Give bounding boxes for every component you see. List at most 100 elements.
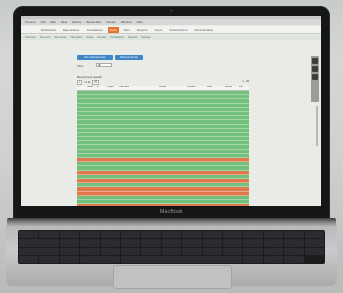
keyboard-key[interactable]	[243, 247, 263, 255]
keyboard-key[interactable]	[19, 231, 39, 239]
browser-menu-item[interactable]: History	[72, 20, 81, 24]
keyboard-key[interactable]	[59, 231, 80, 239]
keyboard-key[interactable]	[19, 239, 59, 247]
side-tool-button[interactable]	[312, 58, 318, 64]
keyboard-key[interactable]	[202, 247, 222, 255]
subnav-item[interactable]: Test runs	[40, 36, 51, 39]
browser-menu-item[interactable]: Help	[137, 20, 143, 24]
keyboard-key[interactable]	[59, 247, 80, 255]
keyboard-key[interactable]	[304, 231, 324, 239]
subnav-item[interactable]: Settings	[141, 36, 150, 39]
keyboard-key[interactable]	[80, 231, 100, 239]
keyboard-key[interactable]	[284, 239, 304, 247]
keyboard-key[interactable]	[100, 239, 120, 247]
page-input[interactable]: 1	[77, 80, 83, 85]
browser-menu-item[interactable]: People	[107, 20, 116, 24]
nav-item[interactable]: Dashboard	[39, 27, 58, 33]
keyboard-key[interactable]	[243, 231, 263, 239]
keyboard-key[interactable]	[284, 247, 304, 255]
browser-menu-item[interactable]: Window	[121, 20, 132, 24]
keyboard-key[interactable]	[141, 239, 161, 247]
keyboard-key[interactable]	[263, 231, 284, 239]
keyboard-key[interactable]	[222, 247, 243, 255]
keyboard-key[interactable]	[182, 247, 202, 255]
keyboard-key[interactable]	[284, 255, 304, 263]
keyboard-key[interactable]	[263, 255, 284, 263]
keyboard-key[interactable]	[141, 247, 161, 255]
keyboard-key[interactable]	[263, 247, 284, 255]
keyboard-key[interactable]	[120, 239, 141, 247]
per-page-select[interactable]: 25	[92, 80, 100, 85]
refresh-button[interactable]: Refresh results	[115, 55, 143, 60]
keyboard-key[interactable]	[80, 247, 100, 255]
nav-item[interactable]: Tests	[107, 26, 119, 33]
keyboard-key[interactable]	[141, 231, 161, 239]
keyboard-key[interactable]	[243, 255, 263, 263]
keyboard-key[interactable]	[304, 239, 324, 247]
keyboard-key[interactable]	[80, 255, 120, 263]
nav-item[interactable]: Repositories	[61, 27, 82, 33]
browser-menu-item[interactable]: Bookmarks	[86, 20, 101, 24]
keyboard-key[interactable]	[202, 231, 222, 239]
browser-menu-item[interactable]: File	[41, 20, 46, 24]
browser-menu-item[interactable]: Edit	[51, 20, 56, 24]
subnav-item[interactable]: Test plans	[71, 36, 83, 39]
column-header[interactable]: Build	[206, 86, 224, 90]
table-row[interactable]	[77, 204, 249, 206]
trackpad[interactable]	[113, 265, 232, 289]
keyboard-key[interactable]	[59, 239, 80, 247]
nav-item[interactable]: Translations	[84, 27, 104, 33]
column-header[interactable]: Runner	[224, 86, 238, 90]
column-header[interactable]: Test name	[118, 86, 158, 90]
column-header[interactable]: Started	[158, 86, 186, 90]
keyboard-key[interactable]	[19, 255, 39, 263]
keyboard-key[interactable]	[120, 247, 141, 255]
keyboard-key[interactable]	[284, 231, 304, 239]
filter-select[interactable]: All	[96, 63, 112, 67]
column-header[interactable]: Project	[106, 86, 118, 90]
subnav-item[interactable]: Test cases	[54, 36, 66, 39]
keyboard-key[interactable]	[161, 231, 182, 239]
keyboard-key[interactable]	[120, 231, 141, 239]
keyboard-key[interactable]	[222, 239, 243, 247]
nav-item[interactable]: Administration	[192, 27, 215, 33]
keyboard-key[interactable]	[182, 239, 202, 247]
subnav-item[interactable]: Overview	[25, 36, 36, 39]
side-tool-button[interactable]	[312, 66, 318, 72]
keyboard-key[interactable]	[39, 231, 59, 239]
keyboard-key[interactable]	[161, 247, 182, 255]
nav-item[interactable]: Reports	[135, 27, 150, 33]
keyboard-key[interactable]	[161, 239, 182, 247]
subnav-item[interactable]: Suites	[86, 36, 93, 39]
column-header[interactable]: Duration	[186, 86, 206, 90]
browser-menu-item[interactable]: Chrome	[25, 20, 36, 24]
subnav-item[interactable]: Reports	[128, 36, 137, 39]
column-header[interactable]: ID	[96, 86, 106, 90]
page-scrollbar[interactable]	[316, 106, 318, 146]
keyboard-key[interactable]	[263, 239, 284, 247]
nav-item[interactable]: Files	[122, 27, 132, 33]
subnav-item[interactable]: Translations	[110, 36, 124, 39]
column-header[interactable]: Status	[86, 86, 96, 90]
keyboard-key[interactable]	[19, 247, 59, 255]
keyboard-key[interactable]	[100, 231, 120, 239]
keyboard-key[interactable]	[182, 231, 202, 239]
column-header[interactable]: #	[77, 86, 86, 90]
keyboard-key[interactable]	[100, 247, 120, 255]
subnav-item[interactable]: Results	[98, 36, 107, 39]
keyboard-key[interactable]	[59, 255, 80, 263]
column-header[interactable]: Info	[238, 86, 249, 90]
keyboard-key[interactable]	[243, 239, 263, 247]
keyboard-key[interactable]	[80, 239, 100, 247]
keyboard-key[interactable]	[39, 255, 59, 263]
browser-menu-item[interactable]: View	[61, 20, 67, 24]
nav-item[interactable]: Subscriptions	[167, 27, 189, 33]
run-selected-button[interactable]: Run selected tests	[77, 55, 113, 60]
side-tool-button[interactable]	[312, 74, 318, 80]
keyboard-key[interactable]	[304, 247, 324, 255]
keyboard-key[interactable]	[222, 231, 243, 239]
keyboard-key[interactable]	[120, 255, 243, 263]
table-cell	[106, 91, 118, 94]
keyboard-key[interactable]	[202, 239, 222, 247]
nav-item[interactable]: Users	[152, 27, 164, 33]
